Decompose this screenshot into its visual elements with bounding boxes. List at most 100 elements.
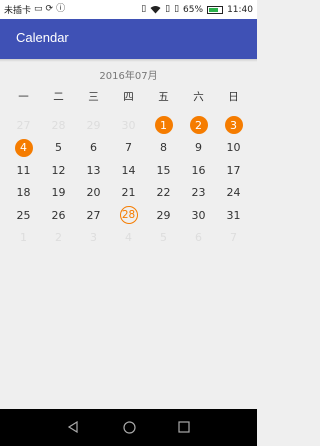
calendar-day-other-month[interactable]: 29 (76, 114, 111, 136)
calendar-day-number: 14 (121, 163, 136, 177)
calendar-day-number: 4 (125, 231, 132, 245)
calendar-day[interactable]: 25 (6, 204, 41, 226)
calendar-day-number: 11 (16, 163, 31, 177)
calendar-day-other-month[interactable]: 27 (6, 114, 41, 136)
calendar-day-number: 5 (55, 141, 62, 155)
weekday-label: 五 (158, 91, 169, 103)
calendar-day[interactable]: 16 (181, 159, 216, 181)
weekday-label: 日 (228, 91, 239, 103)
calendar-day[interactable]: 15 (146, 159, 181, 181)
home-button[interactable] (120, 418, 138, 436)
calendar-day[interactable]: 12 (41, 159, 76, 181)
weekday-label: 二 (53, 91, 64, 103)
calendar-day-other-month[interactable]: 1 (6, 227, 41, 249)
calendar-week-row: 25 26 27 28 29 30 31 (6, 204, 251, 227)
calendar-day-other-month[interactable]: 30 (111, 114, 146, 136)
calendar-day[interactable]: 19 (41, 182, 76, 204)
weekday-label: 一 (18, 91, 29, 103)
status-bar: 未插卡 ▭ ⟳ ⓘ ▯ ▯ ▯ 65% 11:40 (0, 0, 257, 19)
calendar-day[interactable]: 14 (111, 159, 146, 181)
calendar-day[interactable]: 31 (216, 204, 251, 226)
calendar-day-other-month[interactable]: 3 (76, 227, 111, 249)
back-icon (67, 421, 78, 433)
calendar-day-number: 6 (90, 141, 97, 155)
calendar-day-number: 6 (195, 231, 202, 245)
calendar-day-number: 28 (119, 206, 138, 225)
calendar-day-marked[interactable]: 3 (216, 114, 251, 136)
calendar-day-number: 31 (226, 208, 241, 222)
calendar-day[interactable]: 23 (181, 182, 216, 204)
calendar-day-number: 3 (224, 116, 243, 135)
calendar-week-row: 4 5 6 7 8 9 10 (6, 137, 251, 160)
calendar-day-other-month[interactable]: 28 (41, 114, 76, 136)
calendar-day-number: 2 (55, 231, 62, 245)
calendar-day[interactable]: 5 (41, 137, 76, 159)
calendar-grid: 27 28 29 30 1 2 3 4 5 6 7 8 9 10 11 12 13 14 15 16 17 18 19 20 2… (6, 114, 251, 249)
weekday-label: 四 (123, 91, 134, 103)
calendar-day[interactable]: 22 (146, 182, 181, 204)
calendar-week-row: 27 28 29 30 1 2 3 (6, 114, 251, 137)
calendar-day-other-month[interactable]: 2 (41, 227, 76, 249)
calendar-day[interactable]: 9 (181, 137, 216, 159)
calendar-day[interactable]: 11 (6, 159, 41, 181)
calendar-day[interactable]: 10 (216, 137, 251, 159)
calendar-day[interactable]: 8 (146, 137, 181, 159)
app-title: Calendar (16, 30, 69, 45)
recents-button[interactable] (175, 418, 193, 436)
carrier-label: 未插卡 (4, 6, 32, 16)
sim1-icon: ▯ (165, 4, 171, 14)
calendar-day-number: 29 (156, 208, 171, 222)
calendar-day[interactable]: 13 (76, 159, 111, 181)
calendar-day-other-month[interactable]: 6 (181, 227, 216, 249)
calendar-day-today[interactable]: 28 (111, 204, 146, 226)
battery-percent: 65% (183, 4, 204, 15)
calendar-day[interactable]: 7 (111, 137, 146, 159)
calendar-day-number: 17 (226, 163, 241, 177)
calendar-day-number: 8 (160, 141, 167, 155)
calendar-day-number: 3 (90, 231, 97, 245)
calendar-day[interactable]: 30 (181, 204, 216, 226)
sync-icon: ⟳ (45, 4, 54, 14)
calendar-day[interactable]: 24 (216, 182, 251, 204)
calendar-day-other-month[interactable]: 7 (216, 227, 251, 249)
calendar-day-number: 4 (14, 138, 33, 157)
clock: 11:40 (227, 4, 253, 15)
calendar-day-other-month[interactable]: 5 (146, 227, 181, 249)
calendar-day-other-month[interactable]: 4 (111, 227, 146, 249)
calendar-day-number: 7 (125, 141, 132, 155)
calendar-day-number: 24 (226, 186, 241, 200)
weekday-label: 六 (193, 91, 204, 103)
wifi-icon (150, 6, 161, 14)
calendar-day-number: 25 (16, 208, 31, 222)
calendar-week-row: 18 19 20 21 22 23 24 (6, 182, 251, 205)
month-label: 2016年07月 (99, 71, 158, 82)
calendar-day[interactable]: 21 (111, 182, 146, 204)
notification-icon: ▭ (34, 4, 43, 14)
calendar-day-number: 18 (16, 186, 31, 200)
calendar-day-marked[interactable]: 2 (181, 114, 216, 136)
calendar-day-marked[interactable]: 1 (146, 114, 181, 136)
calendar-day-number: 16 (191, 163, 206, 177)
calendar-day[interactable]: 29 (146, 204, 181, 226)
app-bar: Calendar (0, 19, 257, 59)
calendar-day[interactable]: 26 (41, 204, 76, 226)
calendar-day-number: 21 (121, 186, 136, 200)
calendar-day[interactable]: 17 (216, 159, 251, 181)
navigation-bar (0, 409, 257, 446)
calendar-day-number: 12 (51, 163, 66, 177)
calendar-day-number: 22 (156, 186, 171, 200)
calendar-day[interactable]: 27 (76, 204, 111, 226)
calendar-day[interactable]: 6 (76, 137, 111, 159)
calendar-day-number: 1 (20, 231, 27, 245)
calendar-day-number: 2 (189, 116, 208, 135)
calendar-day-number: 27 (86, 208, 101, 222)
calendar-day-marked[interactable]: 4 (6, 137, 41, 159)
calendar-day-number: 10 (226, 141, 241, 155)
sim2-icon: ▯ (174, 4, 180, 14)
calendar-day[interactable]: 20 (76, 182, 111, 204)
calendar-week-row: 1 2 3 4 5 6 7 (6, 227, 251, 250)
back-button[interactable] (64, 418, 82, 436)
calendar-day-number: 28 (51, 118, 66, 132)
weekday-label: 三 (88, 91, 99, 103)
calendar-day[interactable]: 18 (6, 182, 41, 204)
